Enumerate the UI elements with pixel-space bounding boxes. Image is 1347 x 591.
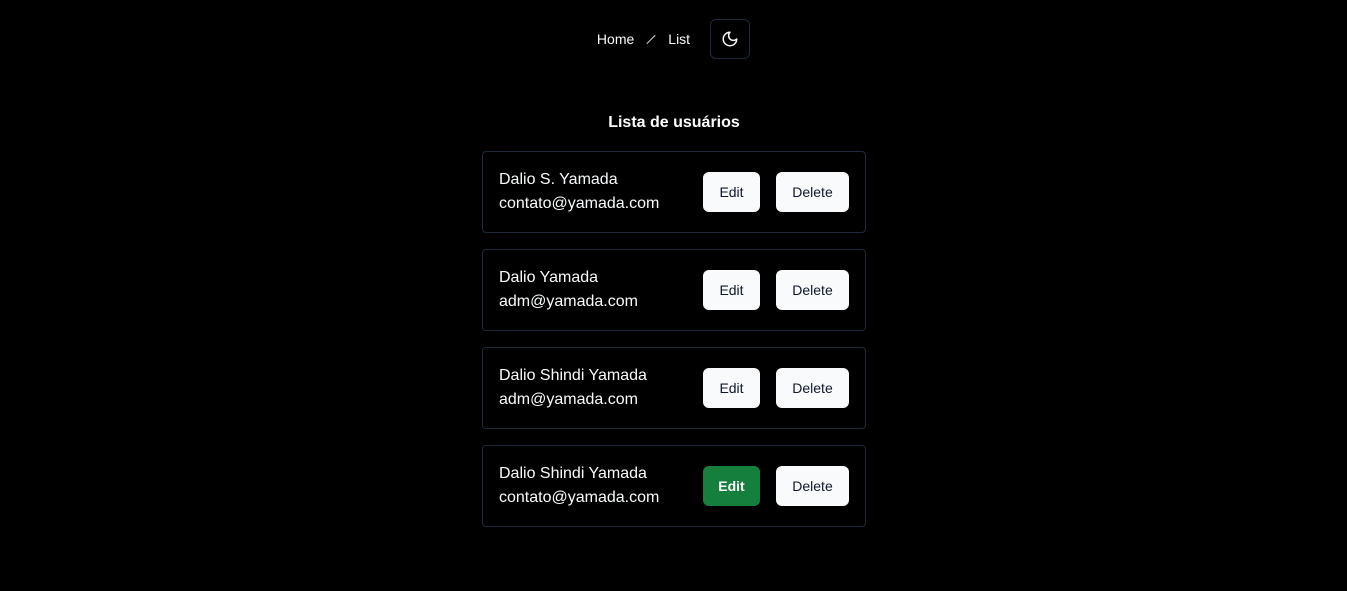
user-list-section: Lista de usuários Dalio S. Yamada contat… bbox=[482, 110, 866, 543]
user-name: Dalio S. Yamada bbox=[499, 171, 618, 188]
user-email: contato@yamada.com bbox=[499, 195, 660, 212]
user-card: Dalio Yamada adm@yamada.com Edit Delete bbox=[482, 249, 866, 331]
user-info: Dalio S. Yamada contato@yamada.com bbox=[499, 168, 703, 216]
delete-button[interactable]: Delete bbox=[776, 466, 849, 506]
user-name: Dalio Yamada bbox=[499, 269, 599, 286]
theme-toggle-button[interactable] bbox=[710, 19, 751, 59]
edit-button[interactable]: Edit bbox=[703, 466, 760, 506]
breadcrumb-home-link[interactable]: Home bbox=[597, 31, 634, 47]
page-title: Lista de usuários bbox=[608, 114, 740, 131]
breadcrumb-separator bbox=[646, 34, 656, 44]
user-card: Dalio Shindi Yamada contato@yamada.com E… bbox=[482, 445, 866, 527]
user-email: contato@yamada.com bbox=[499, 489, 660, 506]
edit-button[interactable]: Edit bbox=[703, 270, 760, 310]
user-name: Dalio Shindi Yamada bbox=[499, 367, 647, 384]
delete-button[interactable]: Delete bbox=[776, 270, 849, 310]
user-card: Dalio Shindi Yamada adm@yamada.com Edit … bbox=[482, 347, 866, 429]
top-nav: Home List bbox=[0, 19, 1347, 59]
user-name: Dalio Shindi Yamada bbox=[499, 465, 647, 482]
user-email: adm@yamada.com bbox=[499, 293, 638, 310]
user-email: adm@yamada.com bbox=[499, 391, 638, 408]
breadcrumb: Home List bbox=[597, 31, 690, 47]
edit-button[interactable]: Edit bbox=[703, 368, 760, 408]
moon-icon bbox=[722, 31, 738, 47]
breadcrumb-list-link[interactable]: List bbox=[668, 31, 690, 47]
user-info: Dalio Yamada adm@yamada.com bbox=[499, 266, 703, 314]
user-card: Dalio S. Yamada contato@yamada.com Edit … bbox=[482, 151, 866, 233]
user-info: Dalio Shindi Yamada adm@yamada.com bbox=[499, 364, 703, 412]
edit-button[interactable]: Edit bbox=[703, 172, 760, 212]
delete-button[interactable]: Delete bbox=[776, 172, 849, 212]
user-info: Dalio Shindi Yamada contato@yamada.com bbox=[499, 462, 703, 510]
delete-button[interactable]: Delete bbox=[776, 368, 849, 408]
